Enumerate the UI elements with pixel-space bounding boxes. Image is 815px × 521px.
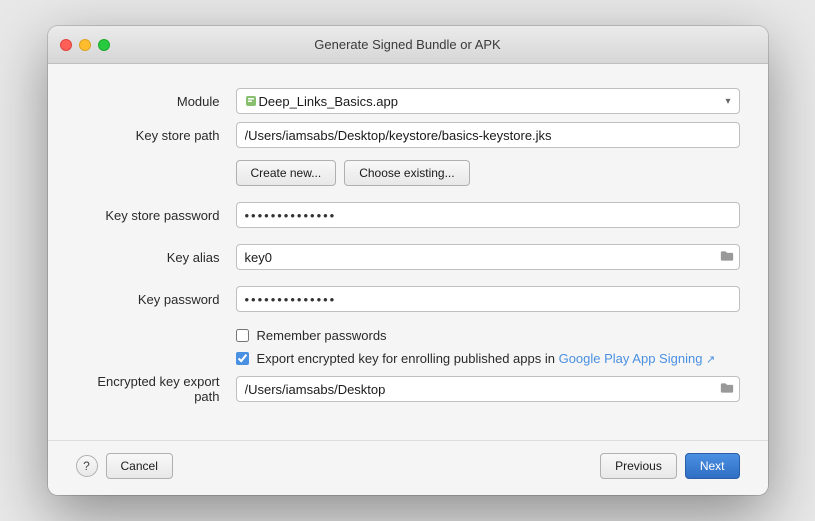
export-key-label: Export encrypted key for enrolling publi… (257, 351, 716, 366)
module-field-area: Deep_Links_Basics.app ▾ (236, 88, 740, 114)
key-alias-row: Key alias (76, 244, 740, 270)
minimize-button[interactable] (79, 39, 91, 51)
choose-existing-button[interactable]: Choose existing... (344, 160, 469, 186)
create-new-button[interactable]: Create new... (236, 160, 337, 186)
close-button[interactable] (60, 39, 72, 51)
google-play-link[interactable]: Google Play App Signing (559, 351, 703, 366)
encrypted-path-input-wrapper (236, 376, 740, 402)
form-content: Module Deep_Links_Basics.app ▾ Key store… (48, 64, 768, 440)
keystore-buttons-area: Create new... Choose existing... (236, 154, 740, 186)
traffic-lights (60, 39, 110, 51)
encrypted-key-path-field-area (236, 376, 740, 402)
keystore-path-label: Key store path (76, 128, 236, 143)
remember-passwords-label: Remember passwords (257, 328, 387, 343)
key-alias-field-area (236, 244, 740, 270)
titlebar: Generate Signed Bundle or APK (48, 26, 768, 64)
key-alias-input[interactable] (236, 244, 740, 270)
remember-passwords-row: Remember passwords (76, 328, 740, 343)
folder-icon-2 (720, 381, 734, 397)
module-app-icon (245, 94, 259, 108)
help-button[interactable]: ? (76, 455, 98, 477)
folder-icon (720, 249, 734, 265)
keystore-password-field-area (236, 202, 740, 228)
key-alias-input-wrapper (236, 244, 740, 270)
export-key-row: Export encrypted key for enrolling publi… (76, 351, 740, 366)
key-password-field-area (236, 286, 740, 312)
dialog-window: Generate Signed Bundle or APK Module Dee… (48, 26, 768, 495)
keystore-password-label: Key store password (76, 208, 236, 223)
footer-left: ? Cancel (76, 453, 173, 479)
window-title: Generate Signed Bundle or APK (314, 37, 500, 52)
module-dropdown[interactable]: Deep_Links_Basics.app ▾ (236, 88, 740, 114)
module-row: Module Deep_Links_Basics.app ▾ (76, 88, 740, 114)
dialog-footer: ? Cancel Previous Next (48, 440, 768, 495)
keystore-buttons-row: Create new... Choose existing... (76, 154, 740, 186)
export-key-checkbox[interactable] (236, 352, 249, 365)
module-label: Module (76, 94, 236, 109)
key-alias-label: Key alias (76, 250, 236, 265)
next-button[interactable]: Next (685, 453, 740, 479)
encrypted-key-path-row: Encrypted key export path (76, 374, 740, 404)
key-password-input[interactable] (236, 286, 740, 312)
keystore-path-field-area (236, 122, 740, 148)
key-password-label: Key password (76, 292, 236, 307)
module-value: Deep_Links_Basics.app (259, 94, 726, 109)
external-link-icon: ↗ (706, 354, 715, 366)
cancel-button[interactable]: Cancel (106, 453, 173, 479)
encrypted-key-path-label: Encrypted key export path (76, 374, 236, 404)
footer-right: Previous Next (600, 453, 739, 479)
key-password-row: Key password (76, 286, 740, 312)
maximize-button[interactable] (98, 39, 110, 51)
keystore-password-input[interactable] (236, 202, 740, 228)
chevron-down-icon: ▾ (725, 96, 730, 107)
keystore-path-row: Key store path (76, 122, 740, 148)
previous-button[interactable]: Previous (600, 453, 677, 479)
remember-passwords-checkbox[interactable] (236, 329, 249, 342)
keystore-password-row: Key store password (76, 202, 740, 228)
encrypted-key-path-input[interactable] (236, 376, 740, 402)
keystore-path-input[interactable] (236, 122, 740, 148)
